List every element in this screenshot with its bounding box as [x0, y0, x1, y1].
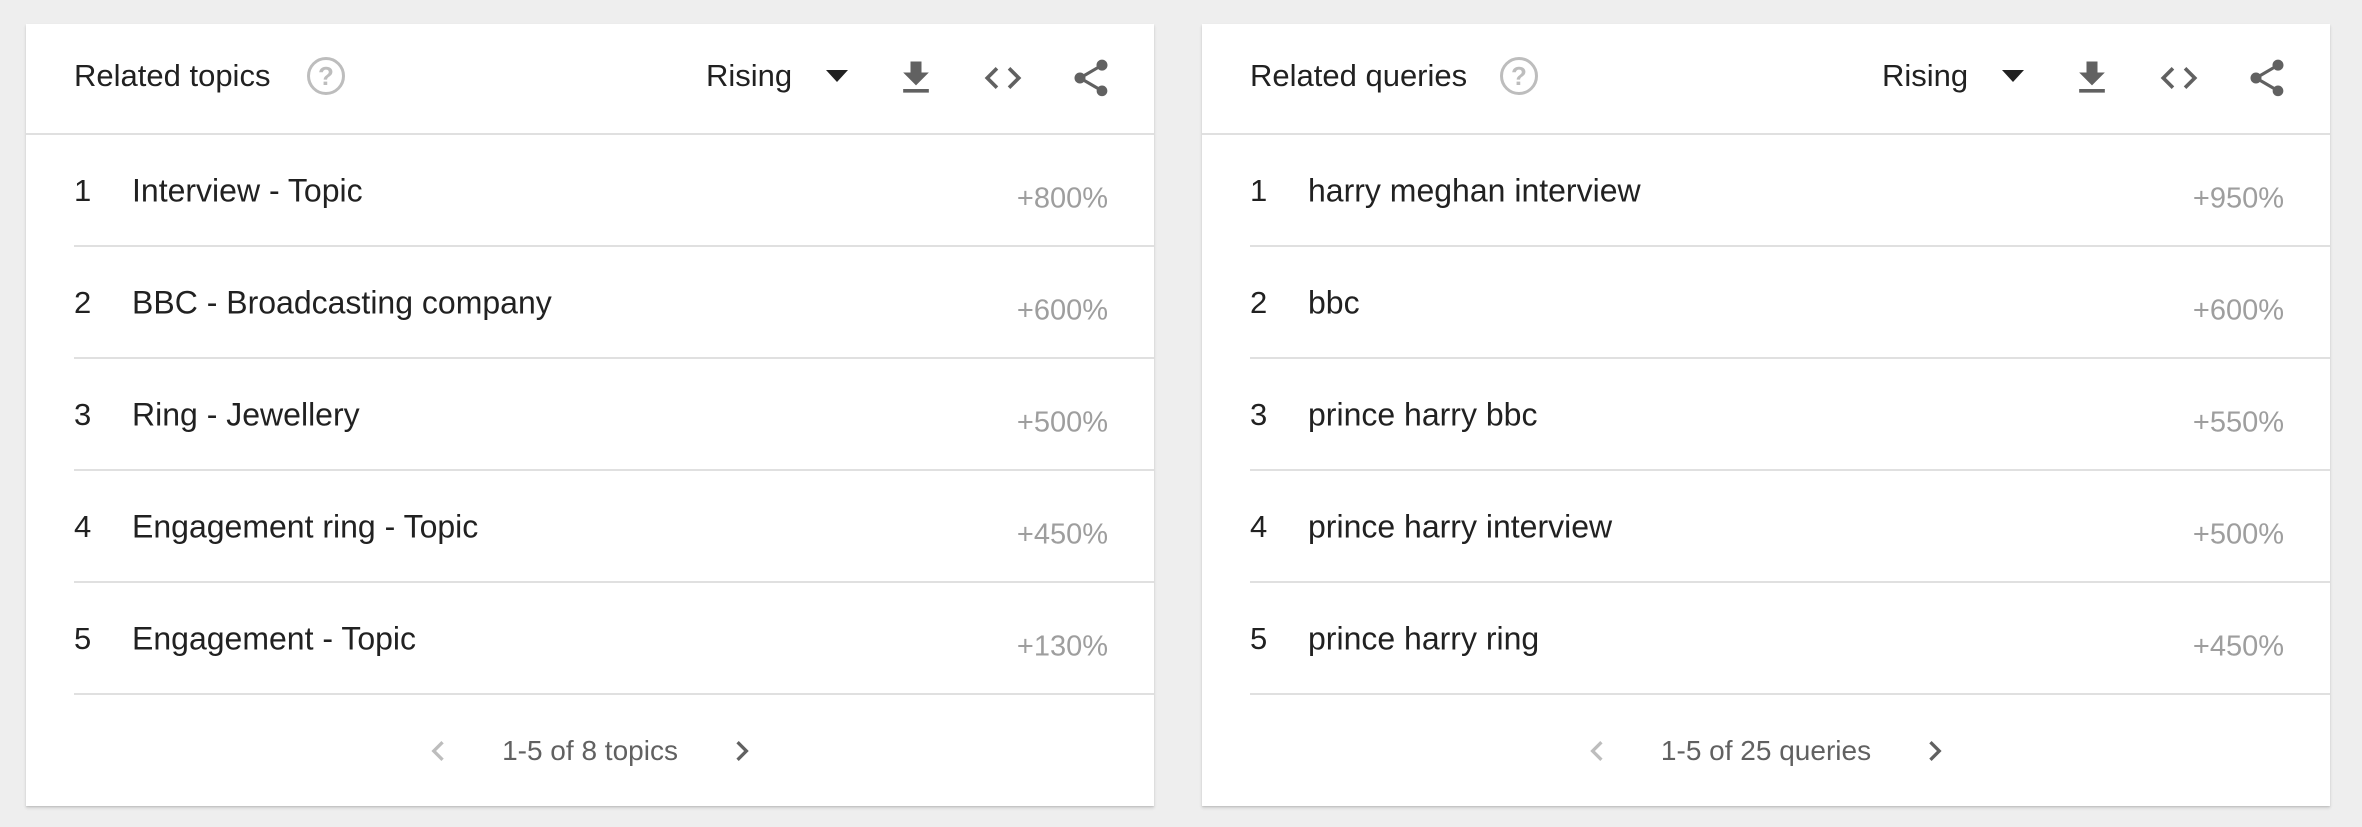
related-queries-card: Related queries ? Rising 1 harry meghan …: [1202, 24, 2330, 806]
row-value: +500%: [1016, 406, 1108, 439]
row-value: +950%: [2192, 182, 2284, 215]
row-index: 1: [1250, 173, 1268, 208]
row-label: Engagement ring - Topic: [132, 508, 479, 545]
list-item[interactable]: 4 prince harry interview +500%: [1250, 471, 2330, 583]
row-index: 4: [74, 509, 92, 544]
download-icon[interactable]: [894, 56, 938, 100]
code-icon[interactable]: [2157, 56, 2201, 100]
caret-down-icon: [826, 70, 849, 82]
queries-list: 1 harry meghan interview +950% 2 bbc +60…: [1202, 135, 2330, 695]
pagination: 1-5 of 8 topics: [26, 696, 1154, 806]
row-label: prince harry interview: [1308, 508, 1613, 545]
row-value: +550%: [2192, 406, 2284, 439]
chevron-left-icon[interactable]: [418, 731, 458, 771]
pagination-text: 1-5 of 25 queries: [1660, 735, 1872, 766]
list-item[interactable]: 2 BBC - Broadcasting company +600%: [74, 247, 1154, 359]
related-topics-card: Related topics ? Rising 1 Interview - To…: [26, 24, 1154, 806]
row-value: +800%: [1016, 182, 1108, 215]
card-title: Related topics: [74, 58, 271, 93]
row-index: 2: [1250, 285, 1268, 320]
row-index: 3: [1250, 397, 1268, 432]
row-value: +500%: [2192, 518, 2284, 551]
row-index: 1: [74, 173, 92, 208]
mode-label: Rising: [706, 58, 793, 93]
pagination: 1-5 of 25 queries: [1202, 696, 2330, 806]
pagination-text: 1-5 of 8 topics: [502, 735, 678, 766]
list-item[interactable]: 5 Engagement - Topic +130%: [74, 583, 1154, 695]
download-icon[interactable]: [2070, 56, 2114, 100]
row-label: prince harry bbc: [1308, 396, 1538, 433]
row-label: BBC - Broadcasting company: [132, 284, 552, 321]
card-title: Related queries: [1250, 58, 1468, 93]
row-value: +450%: [1016, 518, 1108, 551]
list-item[interactable]: 2 bbc +600%: [1250, 247, 2330, 359]
topics-list: 1 Interview - Topic +800% 2 BBC - Broadc…: [26, 135, 1154, 695]
row-value: +600%: [2192, 294, 2284, 327]
list-item[interactable]: 3 Ring - Jewellery +500%: [74, 359, 1154, 471]
row-value: +600%: [1016, 294, 1108, 327]
row-index: 2: [74, 285, 92, 320]
list-item[interactable]: 1 Interview - Topic +800%: [74, 135, 1154, 247]
row-label: harry meghan interview: [1308, 172, 1641, 209]
help-icon[interactable]: ?: [1500, 57, 1538, 95]
share-icon[interactable]: [2245, 56, 2289, 100]
row-label: bbc: [1308, 284, 1360, 321]
row-index: 5: [1250, 621, 1268, 656]
row-value: +450%: [2192, 630, 2284, 663]
row-label: Ring - Jewellery: [132, 396, 360, 433]
chevron-right-icon[interactable]: [722, 731, 762, 771]
chevron-left-icon[interactable]: [1577, 731, 1617, 771]
card-header: Related queries ? Rising: [1202, 24, 2330, 135]
row-index: 3: [74, 397, 92, 432]
row-label: prince harry ring: [1308, 620, 1540, 657]
list-item[interactable]: 4 Engagement ring - Topic +450%: [74, 471, 1154, 583]
row-label: Engagement - Topic: [132, 620, 417, 657]
mode-dropdown[interactable]: Rising: [706, 58, 849, 94]
mode-label: Rising: [1882, 58, 1969, 93]
code-icon[interactable]: [981, 56, 1025, 100]
list-item[interactable]: 1 harry meghan interview +950%: [1250, 135, 2330, 247]
row-index: 4: [1250, 509, 1268, 544]
list-item[interactable]: 5 prince harry ring +450%: [1250, 583, 2330, 695]
share-icon[interactable]: [1069, 56, 1113, 100]
card-header: Related topics ? Rising: [26, 24, 1154, 135]
help-icon[interactable]: ?: [307, 57, 345, 95]
page: Related topics ? Rising 1 Interview - To…: [0, 0, 2362, 827]
caret-down-icon: [2002, 70, 2025, 82]
mode-dropdown[interactable]: Rising: [1882, 58, 2025, 94]
row-label: Interview - Topic: [132, 172, 363, 209]
chevron-right-icon[interactable]: [1915, 731, 1955, 771]
list-item[interactable]: 3 prince harry bbc +550%: [1250, 359, 2330, 471]
row-index: 5: [74, 621, 92, 656]
row-value: +130%: [1016, 630, 1108, 663]
